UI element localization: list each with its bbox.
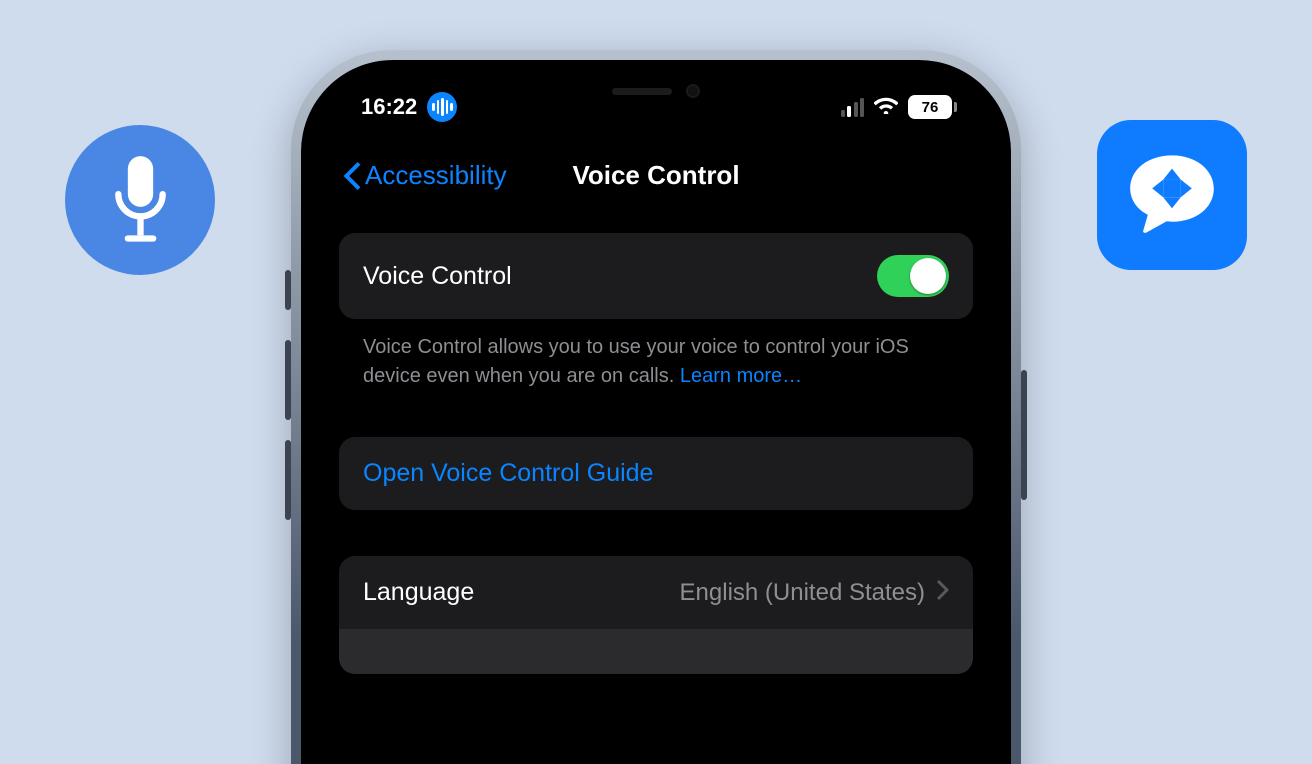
language-label: Language [363, 578, 474, 607]
volume-down-button [285, 440, 291, 520]
language-row[interactable]: Language English (United States) [339, 556, 973, 629]
wifi-icon [874, 94, 898, 120]
learn-more-link[interactable]: Learn more… [680, 365, 802, 387]
power-button [1021, 370, 1027, 500]
cellular-signal-icon [841, 98, 865, 117]
next-row[interactable] [339, 629, 973, 674]
status-bar: 16:22 76 [313, 72, 999, 142]
footer-description: Voice Control allows you to use your voi… [339, 319, 973, 391]
language-value: English (United States) [680, 579, 925, 607]
silence-switch [285, 270, 291, 310]
voice-control-active-icon [427, 92, 457, 122]
voice-control-switch[interactable] [877, 255, 949, 297]
navigation-bar: Accessibility Voice Control [313, 142, 999, 211]
microphone-badge [65, 125, 215, 275]
open-guide-row[interactable]: Open Voice Control Guide [339, 437, 973, 510]
open-guide-label: Open Voice Control Guide [363, 459, 653, 488]
chevron-left-icon [343, 162, 361, 190]
voice-control-app-badge [1097, 120, 1247, 270]
battery-indicator: 76 [908, 95, 957, 119]
footer-text: Voice Control allows you to use your voi… [363, 336, 909, 387]
page-title: Voice Control [572, 160, 739, 191]
back-button[interactable]: Accessibility [343, 160, 507, 191]
status-time: 16:22 [361, 94, 417, 120]
volume-up-button [285, 340, 291, 420]
iphone-device: 16:22 76 [291, 50, 1021, 764]
voice-control-toggle-label: Voice Control [363, 262, 512, 291]
battery-level: 76 [922, 99, 939, 116]
voice-control-toggle-row[interactable]: Voice Control [339, 233, 973, 319]
screen: 16:22 76 [313, 72, 999, 764]
chevron-right-icon [937, 579, 949, 607]
back-label: Accessibility [365, 160, 507, 191]
language-group: Language English (United States) [339, 556, 973, 674]
microphone-icon [108, 153, 173, 248]
speech-bubble-icon [1117, 140, 1227, 250]
